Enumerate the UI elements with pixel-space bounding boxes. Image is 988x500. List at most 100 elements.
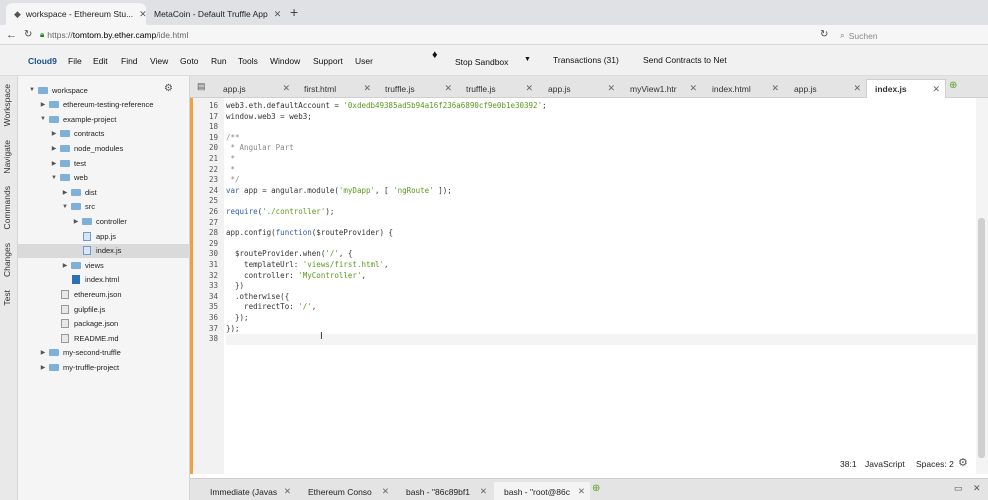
menu-window[interactable]: Window [270,56,300,66]
editor-tab[interactable]: app.js ✕ [786,79,866,98]
tree-item[interactable]: app.js [18,229,190,243]
browser-tab-metacoin[interactable]: MetaCoin - Default Truffle App ✕ [146,3,286,25]
back-icon[interactable]: ← [6,27,17,43]
editor-tab[interactable]: truffle.js ✕ [377,79,457,98]
caret-down-icon[interactable]: ▼ [61,204,69,210]
search-input[interactable]: ⌕ Suchen [840,28,985,43]
tree-item[interactable]: README.md [18,331,190,345]
menu-find[interactable]: Find [121,56,138,66]
code-editor[interactable]: 16 17 18 19 20 21 22 23 24 25 26 27 28 29 30 31 32 33 34 35… [190,98,988,474]
caret-down-icon[interactable]: ▼ [50,175,58,181]
tree-item[interactable]: ▶ controller [18,214,190,228]
console-tab[interactable]: bash - "root@86c ✕ [494,482,590,500]
close-icon[interactable]: ✕ [932,84,940,95]
editor-tab[interactable]: myView1.htr ✕ [622,79,702,98]
caret-down-icon[interactable]: ▼ [39,116,47,122]
stop-sandbox-button[interactable]: Stop Sandbox [455,57,508,67]
tab-test[interactable]: Test [2,290,12,306]
tree-item[interactable]: ▶ contracts [18,127,190,141]
tree-item[interactable]: ▶ test [18,156,190,170]
menu-support[interactable]: Support [313,56,343,66]
close-icon[interactable]: ✕ [284,486,291,497]
tree-item[interactable]: ▶ my-truffle-project [18,360,190,374]
close-icon[interactable]: ✕ [133,9,146,20]
close-icon[interactable]: ✕ [444,83,452,94]
close-icon[interactable]: ✕ [382,486,389,497]
send-contracts-button[interactable]: Send Contracts to Net [643,55,727,65]
editor-tab[interactable]: app.js ✕ [540,79,620,98]
menu-edit[interactable]: Edit [93,56,108,66]
tree-item[interactable]: ▼ src [18,200,190,214]
caret-right-icon[interactable]: ▶ [50,160,58,167]
tree-item[interactable]: ▶ views [18,258,190,272]
close-icon[interactable]: ✕ [689,83,697,94]
maximize-icon[interactable]: ▭ [954,483,963,494]
tree-item[interactable]: ethereum.json [18,287,190,301]
close-icon[interactable]: ✕ [282,83,290,94]
new-tab-icon[interactable]: + [290,4,298,20]
tab-changes[interactable]: Changes [2,243,12,277]
tab-navigate[interactable]: Navigate [2,140,12,174]
close-icon[interactable]: ✕ [480,486,487,497]
close-icon[interactable]: ✕ [607,83,615,94]
menu-user[interactable]: User [355,56,373,66]
reload-icon[interactable]: ↻ [820,27,828,43]
close-icon[interactable]: ✕ [853,83,861,94]
add-tab-icon[interactable]: ⊕ [949,80,957,91]
close-icon[interactable]: ✕ [578,486,585,497]
close-icon[interactable]: ✕ [973,483,981,494]
caret-right-icon[interactable]: ▶ [50,145,58,152]
editor-tab[interactable]: first.html ✕ [296,79,376,98]
tree-item[interactable]: index.html [18,273,190,287]
tree-item[interactable]: package.json [18,317,190,331]
browser-tab-label: workspace - Ethereum Stu... [25,9,134,19]
menu-tools[interactable]: Tools [238,56,258,66]
tree-item[interactable]: ▼ web [18,171,190,185]
tree-item[interactable]: ▶ node_modules [18,141,190,155]
url-field[interactable]: 🔒︎ https://tomtom.by.ether.camp/ide.html [40,28,188,42]
scrollbar-thumb[interactable] [978,218,985,458]
browser-tab-workspace[interactable]: ◆ workspace - Ethereum Stu... ✕ [6,3,146,25]
menu-run[interactable]: Run [211,56,227,66]
console-tab[interactable]: Immediate (Javas ✕ [200,482,296,500]
tree-item[interactable]: ▶ dist [18,185,190,199]
editor-tab[interactable]: index.html ✕ [704,79,784,98]
language-mode[interactable]: JavaScript [865,459,905,469]
reload-icon[interactable]: ↻ [24,27,32,43]
editor-tab[interactable]: index.js ✕ [866,79,946,98]
caret-right-icon[interactable]: ▶ [39,364,47,371]
tree-item[interactable]: ▶ my-second-truffle [18,346,190,360]
caret-right-icon[interactable]: ▶ [72,218,80,225]
menu-view[interactable]: View [150,56,168,66]
tree-item[interactable]: ▶ ethereum-testing-reference [18,98,190,112]
menu-goto[interactable]: Goto [180,56,198,66]
close-icon[interactable]: ✕ [525,83,533,94]
tab-menu-icon[interactable]: ▤ [197,81,206,92]
tree-item[interactable]: ▼ workspace [18,83,190,97]
caret-right-icon[interactable]: ▶ [61,262,69,269]
caret-right-icon[interactable]: ▶ [39,349,47,356]
chevron-down-icon[interactable]: ▼ [524,56,531,63]
caret-right-icon[interactable]: ▶ [61,189,69,196]
indent-setting[interactable]: Spaces: 2 [916,459,954,469]
caret-right-icon[interactable]: ▶ [39,101,47,108]
gear-icon[interactable]: ⚙ [958,456,968,469]
tree-item[interactable]: index.js [18,243,190,258]
tree-item[interactable]: ▼ example-project [18,112,190,126]
add-tab-icon[interactable]: ⊕ [592,483,600,494]
close-icon[interactable]: ✕ [771,83,779,94]
console-tab[interactable]: Ethereum Conso ✕ [298,482,394,500]
tab-workspace[interactable]: Workspace [2,84,12,126]
menu-file[interactable]: File [68,56,82,66]
editor-tab[interactable]: truffle.js ✕ [458,79,538,98]
cloud9-menu[interactable]: Cloud9 [28,56,57,66]
console-tab[interactable]: bash - "86c89bf1 ✕ [396,482,492,500]
close-icon[interactable]: ✕ [363,83,371,94]
transactions-button[interactable]: Transactions (31) [553,55,619,65]
editor-tab[interactable]: app.js ✕ [215,79,295,98]
caret-right-icon[interactable]: ▶ [50,130,58,137]
tab-commands[interactable]: Commands [2,186,12,229]
caret-down-icon[interactable]: ▼ [28,87,36,93]
close-icon[interactable]: ✕ [268,9,282,20]
tree-item[interactable]: gulpfile.js [18,302,190,316]
